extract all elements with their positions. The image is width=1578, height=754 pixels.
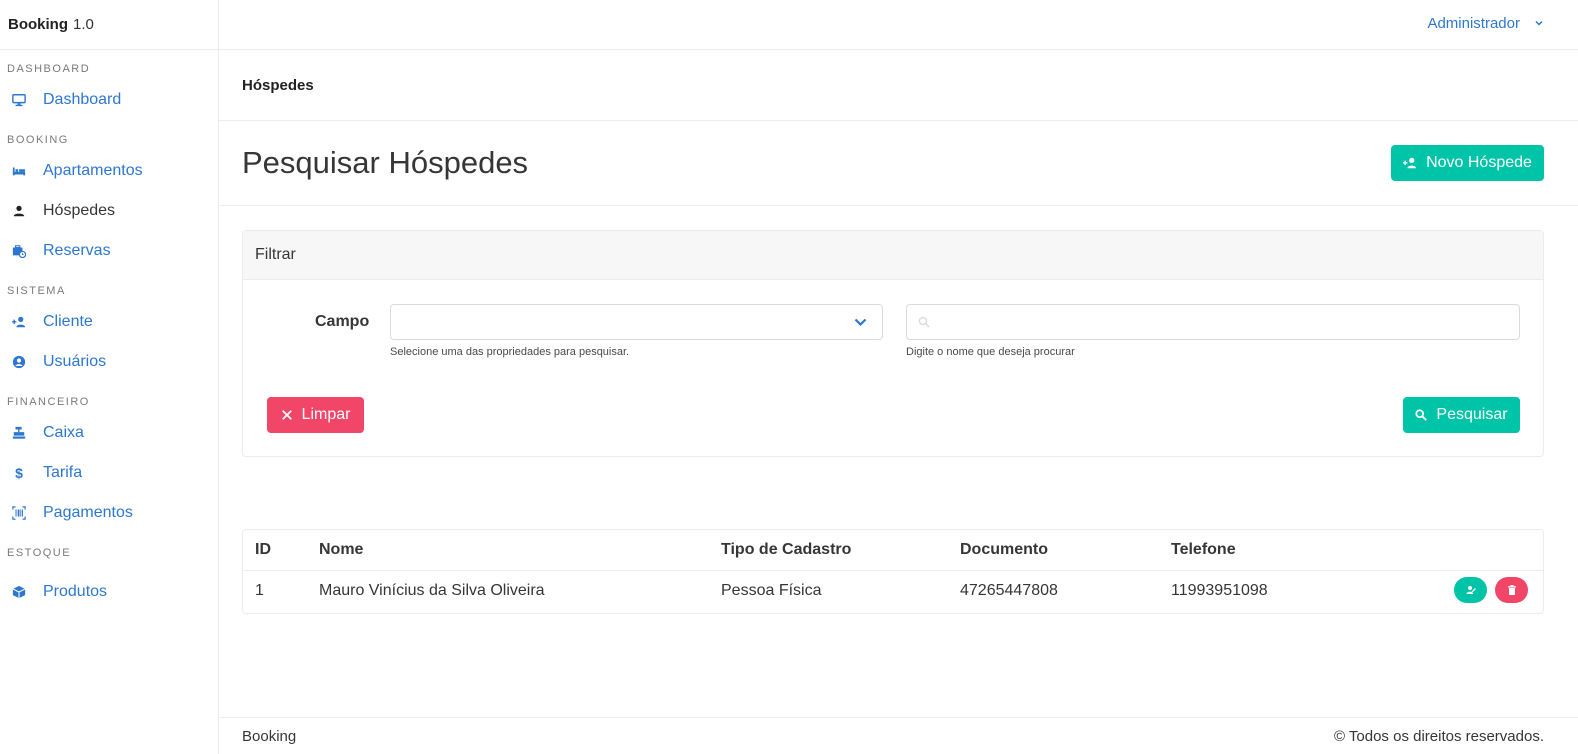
bed-icon (11, 163, 27, 179)
sidebar-item-cliente[interactable]: Cliente (0, 302, 218, 342)
dollar-icon: $ (15, 465, 23, 481)
user-edit-icon (1466, 586, 1476, 594)
sidebar-item-label: Pagamentos (43, 504, 133, 521)
sidebar-item-label: Dashboard (43, 91, 122, 108)
column-header-telefone: Telefone (1171, 541, 1236, 558)
sidebar-item-label: Cliente (43, 313, 93, 330)
cell-nome: Mauro Vinícius da Silva Oliveira (319, 582, 545, 599)
sidebar-item-label: Hóspedes (43, 202, 116, 219)
sidebar-item-label: Reservas (43, 242, 111, 259)
sidebar-item-reservas[interactable]: Reservas (0, 231, 218, 271)
box-icon (11, 584, 27, 600)
edit-button[interactable] (1454, 577, 1487, 603)
app-brand[interactable]: Booking 1.0 (0, 0, 218, 50)
sidebar: Booking 1.0 DASHBOARD Dashboard BOOKING … (0, 0, 219, 754)
search-button-label: Pesquisar (1436, 406, 1508, 423)
monitor-icon (11, 92, 27, 108)
user-circle-icon (11, 354, 27, 370)
footer-brand: Booking (242, 728, 297, 745)
menu-label-booking: BOOKING (7, 134, 69, 146)
cash-register-icon (11, 425, 27, 441)
page-header: Pesquisar Hóspedes Novo Hóspede (219, 121, 1578, 206)
filter-card-title: Filtrar (243, 231, 1543, 280)
breadcrumb: Hóspedes (219, 50, 1578, 121)
sidebar-item-label: Apartamentos (43, 162, 143, 179)
sidebar-item-produtos[interactable]: Produtos (0, 572, 218, 612)
chevron-down-icon (854, 318, 867, 327)
sidebar-item-pagamentos[interactable]: Pagamentos (0, 493, 218, 533)
menu-label-sistema: SISTEMA (7, 285, 66, 297)
user-icon (11, 203, 27, 219)
new-guest-button[interactable]: Novo Hóspede (1391, 145, 1544, 181)
sidebar-item-label: Caixa (43, 424, 84, 441)
breadcrumb-current: Hóspedes (242, 76, 314, 94)
app-version: 1.0 (73, 16, 94, 33)
trash-icon (1507, 585, 1516, 595)
menu-label-estoque: ESTOQUE (7, 547, 72, 559)
page-title: Pesquisar Hóspedes (242, 145, 529, 180)
column-header-id: ID (255, 541, 271, 558)
column-header-tipo: Tipo de Cadastro (721, 541, 852, 558)
briefcase-clock-icon (11, 243, 27, 259)
top-navbar: Administrador (219, 0, 1578, 50)
search-button[interactable]: Pesquisar (1403, 397, 1520, 433)
search-help: Digite o nome que deseja procurar (906, 346, 1075, 358)
field-select-help: Selecione uma das propriedades para pesq… (390, 346, 630, 358)
field-label: Campo (315, 313, 370, 330)
footer: Booking © Todos os direitos reservados. (219, 717, 1578, 754)
search-icon (918, 316, 930, 328)
sidebar-item-label: Usuários (43, 353, 107, 370)
row-divider (243, 570, 1543, 571)
sidebar-item-label: Tarifa (43, 464, 83, 481)
clear-button[interactable]: Limpar (267, 397, 364, 433)
search-input[interactable] (941, 305, 1511, 339)
footer-copyright: © Todos os direitos reservados. (1333, 728, 1544, 745)
menu-label-financeiro: FINANCEIRO (7, 396, 90, 408)
search-field[interactable] (906, 304, 1520, 340)
cell-documento: 47265447808 (960, 582, 1058, 599)
search-icon (1415, 409, 1428, 421)
cell-telefone: 11993951098 (1171, 582, 1268, 599)
filter-card: Filtrar Campo Selecione uma das propried… (242, 230, 1544, 457)
sidebar-item-hospedes[interactable]: Hóspedes (0, 191, 218, 231)
sidebar-item-label: Produtos (43, 583, 108, 600)
sidebar-item-caixa[interactable]: Caixa (0, 413, 218, 453)
barcode-icon (11, 505, 27, 521)
user-name: Administrador (1427, 14, 1520, 32)
sidebar-item-dashboard[interactable]: Dashboard (0, 80, 218, 120)
close-icon (281, 410, 292, 420)
new-guest-button-label: Novo Hóspede (1426, 154, 1532, 171)
column-header-documento: Documento (960, 541, 1048, 558)
field-select[interactable] (390, 304, 883, 340)
delete-button[interactable] (1495, 577, 1528, 603)
cell-tipo: Pessoa Física (721, 582, 822, 599)
column-header-nome: Nome (319, 541, 364, 558)
cell-id: 1 (255, 582, 264, 599)
sidebar-item-usuarios[interactable]: Usuários (0, 342, 218, 382)
user-plus-icon (1403, 157, 1417, 169)
user-menu[interactable]: Administrador (1427, 0, 1544, 46)
sidebar-item-tarifa[interactable]: $ Tarifa (0, 453, 218, 493)
clear-button-label: Limpar (301, 406, 351, 423)
app-name: Booking (8, 16, 68, 33)
results-table: ID Nome Tipo de Cadastro Documento Telef… (242, 529, 1544, 614)
chevron-down-icon (1535, 20, 1543, 26)
user-plus-icon (11, 314, 27, 330)
menu-label-dashboard: DASHBOARD (7, 63, 91, 75)
sidebar-item-apartamentos[interactable]: Apartamentos (0, 151, 218, 191)
